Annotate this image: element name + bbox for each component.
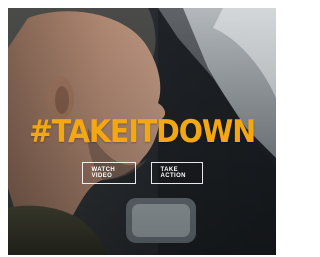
hero-banner: #TAKEITDOWN WATCH VIDEO TAKE ACTION	[8, 8, 276, 255]
watch-video-button[interactable]: WATCH VIDEO	[81, 162, 136, 184]
hero-buttons: WATCH VIDEO TAKE ACTION	[8, 162, 276, 184]
hero-headline: #TAKEITDOWN	[29, 114, 256, 150]
take-action-button[interactable]: TAKE ACTION	[150, 162, 203, 184]
